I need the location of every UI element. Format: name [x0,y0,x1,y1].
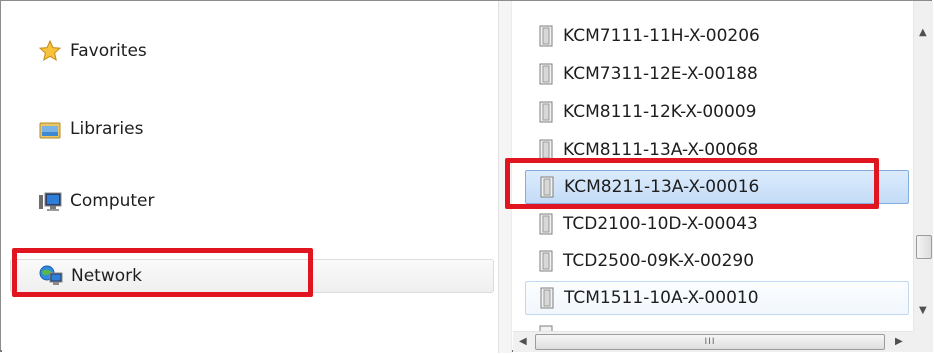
file-name: TCD2100-10D-X-00043 [563,214,758,234]
vertical-scrollbar[interactable]: ▲ ▼ [913,1,933,331]
star-icon [38,39,62,63]
nav-item-label: Network [71,266,142,286]
file-name: TCM1511-10A-X-00010 [564,288,759,308]
vertical-scroll-thumb[interactable] [916,235,932,259]
nav-item-computer[interactable]: Computer [10,184,494,218]
pane-splitter[interactable] [498,1,512,353]
scrollbar-corner [913,331,933,352]
network-icon [39,264,63,288]
file-name: KCM7111-11H-X-00206 [563,26,760,46]
list-item[interactable]: TCD2100-10D-X-00043 [525,207,909,241]
nav-item-favorites[interactable]: Favorites [10,34,494,68]
file-icon [540,176,554,198]
scroll-right-arrow-icon[interactable]: ▶ [895,336,903,347]
file-name: KCM8111-13A-X-00068 [563,140,759,160]
file-icon [539,25,553,47]
file-list: KCM7111-11H-X-00206 KCM7311-12E-X-00188 … [513,1,913,331]
file-name: KCM7311-12E-X-00188 [563,64,758,84]
file-name: KCM8211-13A-X-00016 [564,177,760,197]
horizontal-scrollbar[interactable]: ◀ III ▶ [513,331,913,352]
list-item-hover[interactable]: TCM1511-10A-X-00010 [525,281,909,315]
file-icon [539,101,553,123]
scroll-up-arrow-icon[interactable]: ▲ [919,27,927,38]
explorer-window: Favorites Libraries Computer Network KCM… [0,0,933,353]
file-name: TCD2500-09K-X-00290 [563,251,755,271]
file-icon [539,63,553,85]
navigation-pane: Favorites Libraries Computer Network [2,2,498,352]
file-icon [540,287,554,309]
nav-item-network[interactable]: Network [10,259,494,293]
nav-item-label: Favorites [70,41,147,61]
list-item[interactable]: KCM7311-12E-X-00188 [525,57,909,91]
horizontal-scroll-thumb[interactable]: III [535,334,885,350]
file-icon [539,213,553,235]
nav-item-libraries[interactable]: Libraries [10,112,494,146]
list-item[interactable]: KCM8111-12K-X-00009 [525,95,909,129]
nav-item-label: Libraries [70,119,144,139]
list-item-selected[interactable]: KCM8211-13A-X-00016 [525,170,909,204]
libraries-icon [38,117,62,141]
list-item[interactable]: KCM8111-13A-X-00068 [525,133,909,167]
file-name: KCM8111-12K-X-00009 [563,102,757,122]
scroll-left-arrow-icon[interactable]: ◀ [519,336,527,347]
list-item[interactable]: TCD2500-09K-X-00290 [525,244,909,278]
list-item-partial[interactable] [525,319,909,331]
scroll-grip-icon: III [704,337,716,347]
file-icon [539,139,553,161]
scroll-down-arrow-icon[interactable]: ▼ [919,305,927,316]
file-icon [539,250,553,272]
computer-icon [38,189,62,213]
nav-item-label: Computer [70,191,155,211]
list-item[interactable]: KCM7111-11H-X-00206 [525,19,909,53]
